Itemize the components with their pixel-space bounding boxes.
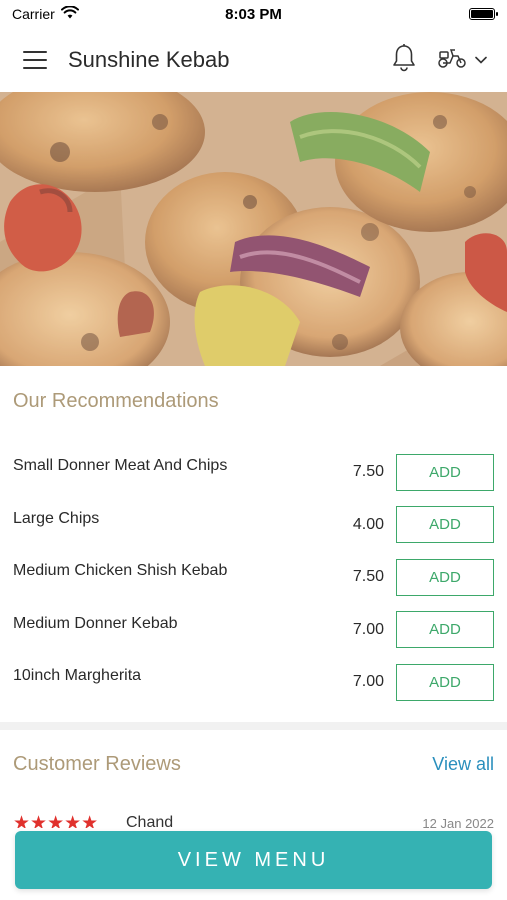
reviewer-name: Chand xyxy=(126,814,174,828)
menu-button[interactable] xyxy=(20,49,50,71)
item-name: Medium Donner Kebab xyxy=(13,614,178,632)
reviews-heading: Customer Reviews xyxy=(13,753,181,775)
scooter-icon xyxy=(437,47,467,74)
hero-image xyxy=(0,92,507,366)
item-name: Small Donner Meat And Chips xyxy=(13,457,228,474)
delivery-mode-dropdown[interactable] xyxy=(437,47,487,74)
notifications-button[interactable] xyxy=(391,43,417,78)
page-title: Sunshine Kebab xyxy=(68,47,230,72)
item-price: 7.00 xyxy=(352,620,384,638)
recommendations-list: Small Donner Meat And Chips 7.50 ADD Lar… xyxy=(0,446,507,709)
add-button[interactable]: ADD xyxy=(396,611,494,649)
list-item: Small Donner Meat And Chips 7.50 ADD xyxy=(0,446,507,499)
wifi-icon xyxy=(60,5,79,22)
list-item: Large Chips 4.00 ADD xyxy=(0,499,507,552)
battery-icon xyxy=(469,8,498,20)
list-item: Medium Donner Kebab 7.00 ADD xyxy=(0,604,507,657)
item-price: 7.50 xyxy=(352,463,384,481)
star-rating: ★★★★★ xyxy=(13,813,99,828)
view-menu-button[interactable]: VIEW MENU xyxy=(15,831,492,889)
recommendations-heading: Our Recommendations xyxy=(13,390,219,412)
view-all-reviews-link[interactable]: View all xyxy=(432,754,494,775)
add-button[interactable]: ADD xyxy=(396,506,494,544)
item-price: 7.50 xyxy=(352,568,384,586)
add-button[interactable]: ADD xyxy=(396,558,494,596)
section-divider xyxy=(0,722,507,730)
review-item: ★★★★★ Chand 12 Jan 2022 xyxy=(13,812,494,828)
item-name: Large Chips xyxy=(13,509,100,527)
review-date: 12 Jan 2022 xyxy=(422,816,494,828)
item-name: 10inch Margherita xyxy=(13,667,142,684)
list-item: 10inch Margherita 7.00 ADD xyxy=(0,656,507,709)
status-bar: Carrier 8:03 PM xyxy=(0,0,507,28)
chevron-down-icon xyxy=(475,51,487,69)
list-item: Medium Chicken Shish Kebab 7.50 ADD xyxy=(0,551,507,604)
item-name: Medium Chicken Shish Kebab xyxy=(13,562,228,579)
status-left: Carrier xyxy=(12,5,79,22)
item-price: 7.00 xyxy=(352,673,384,691)
header-actions xyxy=(391,43,487,78)
add-button[interactable]: ADD xyxy=(396,663,494,701)
app-header: Sunshine Kebab xyxy=(0,28,507,92)
item-price: 4.00 xyxy=(352,515,384,533)
bell-icon xyxy=(391,43,417,78)
add-button[interactable]: ADD xyxy=(396,453,494,491)
carrier-label: Carrier xyxy=(12,6,55,22)
